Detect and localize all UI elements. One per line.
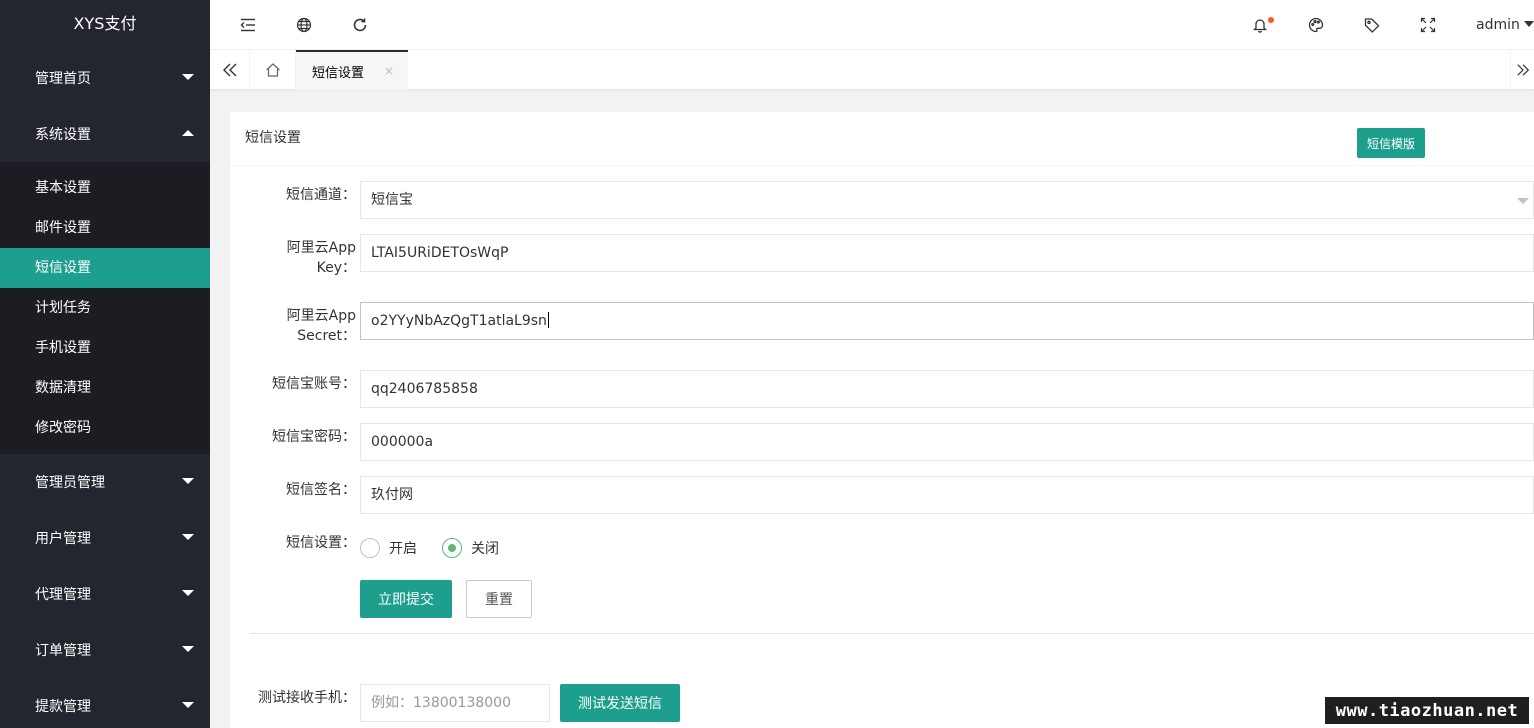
user-menu[interactable]: admin	[1476, 0, 1534, 50]
sidebar-item-change-password[interactable]: 修改密码	[0, 408, 210, 448]
sidebar-group-label: 管理员管理	[35, 475, 105, 491]
signature-label: 短信签名：	[286, 482, 356, 498]
chevron-down-icon	[182, 646, 194, 652]
close-icon[interactable]: ×	[384, 64, 394, 78]
app-key-input[interactable]: LTAI5URiDETOsWqP	[360, 234, 1534, 272]
bell-icon[interactable]	[1240, 0, 1280, 50]
sidebar-group-system-settings[interactable]: 系统设置	[0, 106, 210, 162]
sidebar-group-agent-management[interactable]: 代理管理	[0, 566, 210, 622]
globe-icon[interactable]	[284, 0, 324, 50]
tab-label: 短信设置	[312, 65, 365, 81]
chevron-down-icon	[182, 478, 194, 484]
radio-disable-label: 关闭	[471, 541, 499, 557]
radio-enable[interactable]: 开启	[360, 536, 417, 560]
refresh-icon[interactable]	[340, 0, 380, 50]
radio-circle	[360, 538, 380, 558]
sms-template-button[interactable]: 短信模版	[1357, 128, 1425, 158]
sidebar-group-label: 提款管理	[35, 699, 91, 715]
sidebar-item-email-settings[interactable]: 邮件设置	[0, 208, 210, 248]
chevron-up-icon	[182, 130, 194, 136]
chevron-down-icon	[182, 74, 194, 80]
sidebar-group-dashboard[interactable]: 管理首页	[0, 50, 210, 106]
app-key-label-line1: 阿里云App	[286, 240, 356, 256]
password-value: 000000a	[371, 434, 434, 450]
app-logo: XYS支付	[73, 14, 137, 33]
sidebar-group-label: 订单管理	[35, 643, 91, 659]
tabs-scroll-right-icon[interactable]	[1510, 50, 1534, 90]
sidebar-item-phone-settings[interactable]: 手机设置	[0, 328, 210, 368]
password-input[interactable]: 000000a	[360, 423, 1534, 461]
radio-enable-label: 开启	[389, 541, 417, 557]
chevron-down-icon	[182, 702, 194, 708]
sidebar-group-label: 系统设置	[35, 127, 91, 143]
sidebar-group-admin-management[interactable]: 管理员管理	[0, 454, 210, 510]
text-cursor	[547, 312, 549, 328]
sidebar-item-sms-settings[interactable]: 短信设置	[0, 248, 210, 288]
test-phone-input[interactable]: 例如：13800138000	[360, 684, 550, 722]
sidebar-item-basic-settings[interactable]: 基本设置	[0, 168, 210, 208]
theme-icon[interactable]	[1296, 0, 1336, 50]
sidebar-submenu-system: 基本设置 邮件设置 短信设置 计划任务 手机设置 数据清理 修改密码	[0, 162, 210, 454]
app-secret-label: 阿里云App Secret：	[230, 306, 356, 346]
submit-button[interactable]: 立即提交	[360, 580, 452, 618]
channel-select-value: 短信宝	[371, 192, 413, 208]
caret-down-icon	[1523, 21, 1534, 27]
sidebar-group-label: 管理首页	[35, 71, 91, 87]
chevron-down-icon	[182, 534, 194, 540]
radio-disable[interactable]: 关闭	[442, 536, 499, 560]
sidebar-group-user-management[interactable]: 用户管理	[0, 510, 210, 566]
app-key-label: 阿里云App Key：	[230, 238, 356, 278]
watermark: www.tiaozhuan.net	[1325, 697, 1529, 724]
card-title: 短信设置	[245, 130, 301, 146]
app-secret-label-line2: Secret：	[297, 328, 356, 344]
sidebar-item-data-cleanup[interactable]: 数据清理	[0, 368, 210, 408]
tabs-scroll-left-icon[interactable]	[210, 50, 250, 90]
account-label: 短信宝账号：	[272, 376, 356, 392]
settings-card: 短信设置 短信模版 短信通道： 短信宝 阿里云App Key： LTAI5URi…	[230, 112, 1534, 728]
chevron-down-icon	[182, 590, 194, 596]
channel-select[interactable]: 短信宝	[360, 181, 1534, 219]
sms-switch-label: 短信设置：	[286, 535, 356, 551]
app-secret-label-line1: 阿里云App	[286, 308, 356, 324]
app-key-value: LTAI5URiDETOsWqP	[371, 245, 509, 261]
top-header: admin	[210, 0, 1534, 50]
app-secret-value: o2YYyNbAzQgT1atlaL9sn	[371, 313, 547, 329]
fullscreen-icon[interactable]	[1408, 0, 1448, 50]
tag-icon[interactable]	[1352, 0, 1392, 50]
test-send-sms-button[interactable]: 测试发送短信	[560, 684, 680, 722]
sidebar-group-label: 代理管理	[35, 587, 91, 603]
tab-bar: 短信设置 ×	[210, 50, 1534, 90]
test-phone-label: 测试接收手机：	[258, 690, 356, 706]
channel-label: 短信通道：	[286, 187, 356, 203]
section-divider	[250, 633, 1534, 634]
sidebar-group-withdraw-management[interactable]: 提款管理	[0, 678, 210, 728]
app-secret-input[interactable]: o2YYyNbAzQgT1atlaL9sn	[360, 302, 1534, 340]
home-tab-icon[interactable]	[250, 50, 296, 90]
notification-dot	[1268, 17, 1274, 23]
sidebar-group-order-management[interactable]: 订单管理	[0, 622, 210, 678]
radio-circle-checked	[442, 538, 462, 558]
signature-input[interactable]: 玖付网	[360, 476, 1534, 514]
account-input[interactable]: qq2406785858	[360, 370, 1534, 408]
sidebar-item-scheduled-tasks[interactable]: 计划任务	[0, 288, 210, 328]
signature-value: 玖付网	[371, 487, 413, 503]
account-value: qq2406785858	[371, 381, 478, 397]
password-label: 短信宝密码：	[272, 429, 356, 445]
username: admin	[1476, 17, 1520, 33]
menu-collapse-icon[interactable]	[228, 0, 268, 50]
app-key-label-line2: Key：	[316, 260, 356, 276]
sidebar-group-label: 用户管理	[35, 531, 91, 547]
chevron-down-icon	[1517, 198, 1529, 204]
test-phone-placeholder: 例如：13800138000	[371, 695, 511, 711]
tab-sms-settings[interactable]: 短信设置 ×	[296, 50, 408, 90]
reset-button[interactable]: 重置	[466, 580, 532, 618]
sidebar: XYS支付 管理首页 系统设置 基本设置 邮件设置 短信设置 计划任务 手机设置…	[0, 0, 210, 728]
card-header: 短信设置 短信模版	[230, 112, 1534, 166]
